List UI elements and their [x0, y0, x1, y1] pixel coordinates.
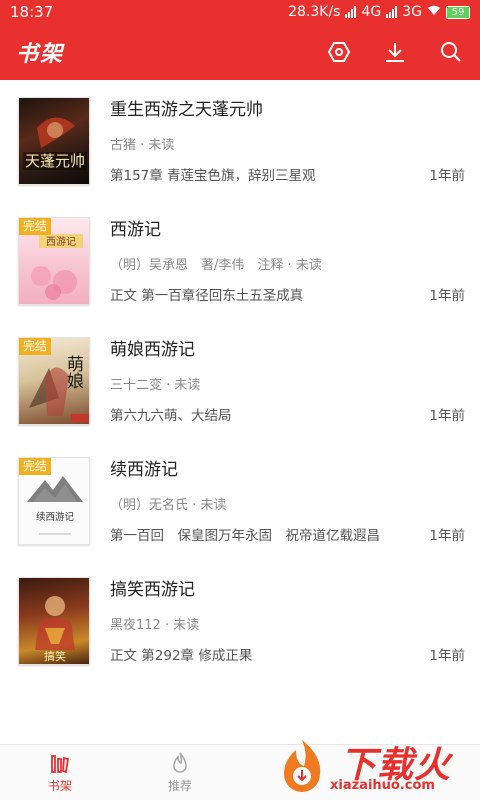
network-speed: 28.3K/s [288, 4, 340, 20]
book-title: 重生西游之天蓬元帅 [110, 98, 465, 122]
network-type-1: 4G [361, 4, 381, 20]
bottom-nav: 书架 推荐 下载火 xiazaihuo.com [0, 744, 480, 800]
wifi-icon [427, 4, 441, 20]
last-chapter: 正文 第292章 修成正果 [110, 646, 252, 666]
book-meta: （明）吴承恩 著/李伟 注释 · 未读 [110, 256, 465, 276]
cover-title: 搞笑 [44, 649, 66, 663]
completed-badge: 完结 [19, 218, 51, 235]
flame-icon [120, 745, 240, 775]
book-title: 萌娘西游记 [110, 338, 465, 362]
update-time: 1年前 [429, 406, 465, 426]
cover-title: 天蓬元帅 [25, 152, 85, 170]
status-indicators: 28.3K/s 4G 3G 59 [288, 4, 470, 20]
tab-recommend[interactable]: 推荐 [120, 745, 240, 801]
book-cover: 萌娘 完结 [18, 337, 90, 425]
book-item[interactable]: 搞笑 搞笑西游记 黑夜112 · 未读 正文 第292章 修成正果 1年前 [0, 560, 480, 680]
signal-icon-2 [386, 6, 397, 18]
book-meta: 黑夜112 · 未读 [110, 616, 465, 636]
book-item[interactable]: 西游记 完结 西游记 （明）吴承恩 著/李伟 注释 · 未读 正文 第一百章径回… [0, 200, 480, 320]
cover-title: 萌娘 [63, 355, 84, 389]
cover-title: 西游记 [46, 235, 76, 248]
book-meta: （明）无名氏 · 未读 [110, 496, 465, 516]
cover-title: 续西游记 [36, 511, 75, 523]
network-type-2: 3G [402, 4, 422, 20]
book-cover: 续西游记 完结 [18, 457, 90, 545]
update-time: 1年前 [429, 526, 465, 546]
completed-badge: 完结 [19, 458, 51, 475]
book-item[interactable]: 续西游记 完结 续西游记 （明）无名氏 · 未读 第一百回 保皇图万年永固 祝帝… [0, 440, 480, 560]
watermark-logo: 下载火 xiazaihuo.com [274, 736, 474, 796]
last-chapter: 第157章 青莲宝色旗，辞别三星观 [110, 166, 316, 186]
app-bar: 书架 [0, 24, 480, 80]
search-icon[interactable] [438, 39, 464, 65]
download-icon[interactable] [382, 39, 408, 65]
tab-recommend-label: 推荐 [120, 777, 240, 794]
watermark-url: xiazaihuo.com [330, 778, 435, 793]
book-title: 搞笑西游记 [110, 578, 465, 602]
signal-icon [345, 6, 356, 18]
bookshelf-list: 天蓬元帅 重生西游之天蓬元帅 古猪 · 未读 第157章 青莲宝色旗，辞别三星观… [0, 80, 480, 680]
completed-badge: 完结 [19, 338, 51, 355]
book-cover: 搞笑 [18, 577, 90, 665]
tab-shelf[interactable]: 书架 [0, 745, 120, 801]
last-chapter: 第六九六萌、大结局 [110, 406, 232, 426]
book-item[interactable]: 萌娘 完结 萌娘西游记 三十二变 · 未读 第六九六萌、大结局 1年前 [0, 320, 480, 440]
page-title: 书架 [16, 36, 326, 68]
shelf-icon [0, 745, 120, 775]
battery-indicator: 59 [446, 6, 470, 19]
last-chapter: 第一百回 保皇图万年永固 祝帝道亿载遐昌 [110, 526, 380, 546]
book-title: 西游记 [110, 218, 465, 242]
update-time: 1年前 [429, 286, 465, 306]
book-item[interactable]: 天蓬元帅 重生西游之天蓬元帅 古猪 · 未读 第157章 青莲宝色旗，辞别三星观… [0, 80, 480, 200]
update-time: 1年前 [429, 646, 465, 666]
settings-hex-icon[interactable] [326, 39, 352, 65]
book-cover: 天蓬元帅 [18, 97, 90, 185]
book-cover: 西游记 完结 [18, 217, 90, 305]
book-meta: 古猪 · 未读 [110, 136, 465, 156]
book-title: 续西游记 [110, 458, 465, 482]
update-time: 1年前 [429, 166, 465, 186]
tab-shelf-label: 书架 [0, 777, 120, 794]
book-meta: 三十二变 · 未读 [110, 376, 465, 396]
status-time: 18:37 [10, 3, 53, 21]
status-bar: 18:37 28.3K/s 4G 3G 59 [0, 0, 480, 24]
last-chapter: 正文 第一百章径回东土五圣成真 [110, 286, 303, 306]
